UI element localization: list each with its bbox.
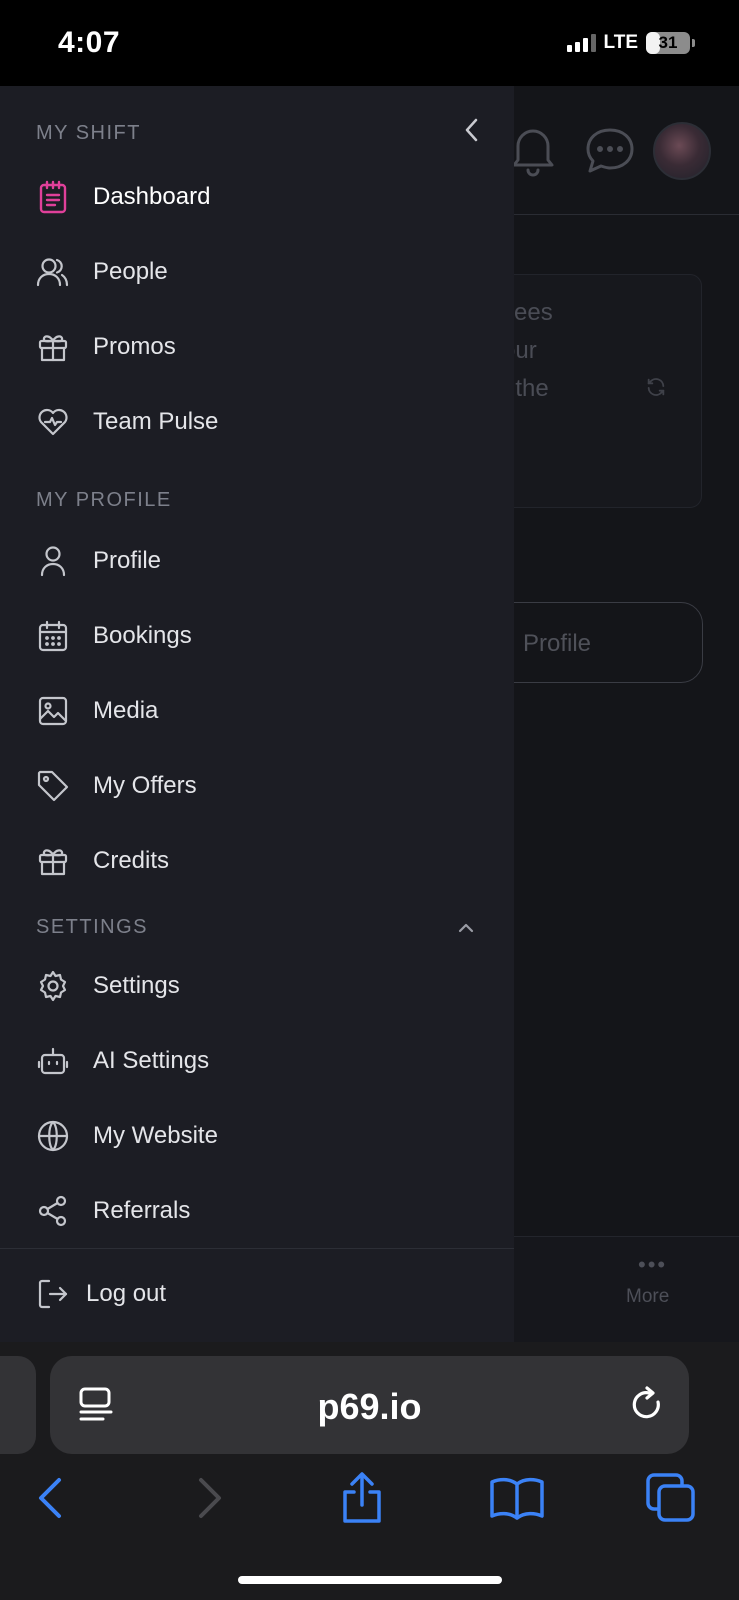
nav-label-my-offers: My Offers — [93, 772, 197, 799]
battery-icon: 31 — [646, 32, 690, 54]
refresh-icon[interactable] — [645, 376, 667, 403]
chevron-right-icon — [199, 1478, 221, 1518]
browser-chrome: p69.io — [0, 1342, 739, 1600]
section-my-profile: MY PROFILE — [36, 489, 172, 511]
close-drawer-button[interactable] — [458, 116, 486, 144]
tabs-button[interactable] — [641, 1468, 701, 1528]
forward-button[interactable] — [180, 1468, 240, 1528]
nav-item-ai-settings[interactable]: AI Settings — [0, 1031, 514, 1091]
notification-bell-icon[interactable] — [508, 122, 558, 183]
section-my-shift: MY SHIFT — [36, 122, 141, 144]
nav-item-dashboard[interactable]: Dashboard — [0, 167, 514, 227]
profile-button-label: Profile — [523, 630, 592, 657]
drawer-divider — [0, 1248, 514, 1249]
share-button[interactable] — [332, 1468, 392, 1528]
address-bar[interactable]: p69.io — [50, 1356, 689, 1454]
status-time: 4:07 — [58, 26, 121, 59]
robot-icon — [36, 1044, 70, 1078]
nav-item-my-website[interactable]: My Website — [0, 1106, 514, 1166]
nav-item-team-pulse[interactable]: Team Pulse — [0, 392, 514, 452]
chevron-left-icon — [465, 118, 478, 142]
nav-label-people: People — [93, 258, 168, 285]
reload-icon[interactable] — [628, 1386, 666, 1429]
url-text: p69.io — [317, 1386, 422, 1427]
bottom-nav-more-label[interactable]: More — [626, 1286, 669, 1308]
share-icon — [343, 1472, 381, 1523]
logout-icon — [36, 1277, 70, 1311]
nav-label-profile: Profile — [93, 547, 162, 574]
chat-icon[interactable] — [584, 126, 636, 181]
cellular-signal-icon — [566, 34, 596, 52]
logout-label: Log out — [86, 1280, 167, 1307]
nav-label-credits: Credits — [93, 847, 170, 874]
browser-toolbar — [0, 1468, 739, 1528]
nav-item-profile[interactable]: Profile — [0, 531, 514, 591]
battery-level: 31 — [658, 33, 678, 52]
tag-icon — [36, 769, 70, 803]
nav-label-promos: Promos — [93, 333, 176, 360]
nav-label-team-pulse: Team Pulse — [93, 408, 219, 435]
book-icon — [490, 1477, 544, 1520]
nav-label-ai-settings: AI Settings — [93, 1047, 210, 1074]
share-icon — [36, 1194, 70, 1228]
nav-label-settings: Settings — [93, 972, 180, 999]
user-icon — [36, 544, 70, 578]
network-type: LTE — [603, 32, 638, 53]
nav-item-media[interactable]: Media — [0, 681, 514, 741]
globe-icon — [36, 1119, 70, 1153]
settings-collapse-toggle[interactable] — [454, 916, 478, 940]
chevron-up-icon — [458, 923, 474, 933]
status-bar: 4:07 LTE 31 — [0, 0, 739, 86]
header-divider — [514, 214, 739, 215]
back-button[interactable] — [20, 1468, 80, 1528]
nav-item-my-offers[interactable]: My Offers — [0, 756, 514, 816]
gift-icon — [36, 330, 70, 364]
logout-button[interactable]: Log out — [0, 1264, 514, 1324]
nav-item-people[interactable]: People — [0, 242, 514, 302]
nav-item-promos[interactable]: Promos — [0, 317, 514, 377]
previous-tab-peek[interactable] — [0, 1356, 36, 1454]
chevron-left-icon — [39, 1478, 61, 1518]
clipboard-icon — [36, 180, 70, 214]
home-indicator[interactable] — [238, 1576, 502, 1584]
nav-label-bookings: Bookings — [93, 622, 192, 649]
nav-item-settings[interactable]: Settings — [0, 956, 514, 1016]
section-settings: SETTINGS — [36, 916, 149, 938]
more-icon[interactable]: ••• — [638, 1252, 667, 1278]
gift-icon — [36, 844, 70, 878]
nav-label-my-website: My Website — [93, 1122, 218, 1149]
tabs-icon — [646, 1473, 695, 1522]
calendar-icon — [36, 619, 70, 653]
users-icon — [36, 255, 70, 289]
user-avatar[interactable] — [653, 122, 711, 180]
gear-icon — [36, 969, 70, 1003]
nav-label-dashboard: Dashboard — [93, 183, 211, 210]
nav-label-media: Media — [93, 697, 159, 724]
nav-label-referrals: Referrals — [93, 1197, 191, 1224]
battery-tip — [692, 39, 695, 47]
image-icon — [36, 694, 70, 728]
heart-pulse-icon — [36, 405, 70, 439]
navigation-drawer: MY SHIFT Dashboard People Promos Team Pu… — [0, 86, 514, 1342]
nav-item-referrals[interactable]: Referrals — [0, 1181, 514, 1241]
nav-item-bookings[interactable]: Bookings — [0, 606, 514, 666]
bookmarks-button[interactable] — [487, 1468, 547, 1528]
nav-item-credits[interactable]: Credits — [0, 831, 514, 891]
status-indicators: LTE 31 — [566, 32, 695, 54]
